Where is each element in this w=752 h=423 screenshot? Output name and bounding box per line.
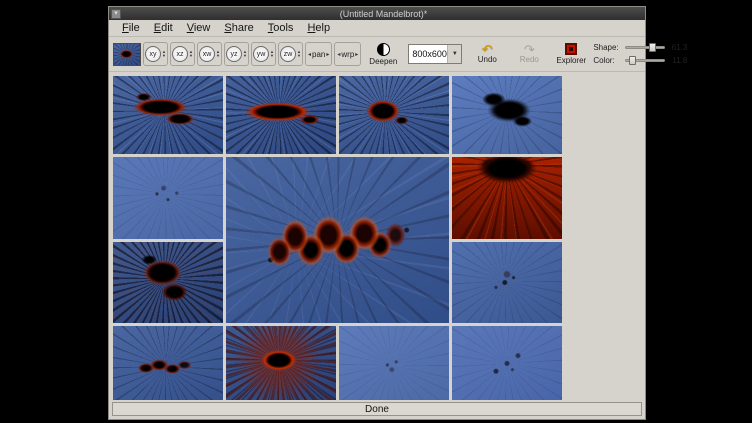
fractal-variant-tile[interactable] (339, 76, 449, 154)
warp-label: wrp (341, 50, 354, 59)
spinner-arrows-icon: ▲▼ (189, 50, 193, 58)
fractal-variant-tile[interactable] (452, 242, 562, 323)
menubar: File Edit View Share Tools Help (109, 20, 645, 37)
explorer-grid (113, 76, 641, 400)
warp-button[interactable]: ◂ wrp ▸ (334, 42, 361, 66)
spinner-arrows-icon: ▲▼ (216, 50, 220, 58)
pan-label: pan (312, 50, 325, 59)
shape-label: Shape: (593, 43, 622, 52)
rotate-yz-button[interactable]: yz ▲▼ (224, 42, 249, 66)
rotate-xy-label: xy (145, 46, 161, 62)
toolbar: xy ▲▼ xz ▲▼ xw ▲▼ yz ▲▼ yw ▲▼ zw ▲▼ ◂ pa… (109, 37, 645, 72)
shape-slider-row: Shape: 61.3 (593, 43, 687, 52)
explorer-sliders: Shape: 61.3 Color: 11.8 (593, 43, 688, 65)
warp-left-icon: ◂ (337, 51, 340, 58)
deepen-icon (377, 43, 390, 56)
menu-edit[interactable]: Edit (147, 21, 180, 35)
spinner-arrows-icon: ▲▼ (297, 50, 301, 58)
redo-icon: ↷ (524, 44, 535, 55)
resolution-dropdown[interactable]: 800x600 ▼ (408, 44, 462, 64)
shape-slider-groove (625, 46, 665, 49)
explorer-label: Explorer (556, 56, 586, 65)
explorer-grid-area (109, 72, 645, 400)
fractal-variant-tile[interactable] (113, 157, 223, 239)
window-menu-icon: ▾ (114, 10, 118, 17)
spinner-arrows-icon: ▲▼ (270, 50, 274, 58)
fractal-preview-thumbnail (113, 43, 141, 66)
fractal-variant-tile[interactable] (452, 76, 562, 154)
rotate-xy-button[interactable]: xy ▲▼ (143, 42, 168, 66)
fractal-variant-tile[interactable] (452, 326, 562, 400)
app-window: ▾ (Untitled Mandelbrot)* File Edit View … (108, 6, 646, 420)
menu-view[interactable]: View (180, 21, 218, 35)
fractal-variant-tile[interactable] (113, 76, 223, 154)
deepen-button[interactable]: Deepen (363, 40, 403, 68)
fractal-variant-tile[interactable] (113, 242, 223, 323)
rotate-zw-button[interactable]: zw ▲▼ (278, 42, 303, 66)
fractal-variant-tile[interactable] (226, 76, 336, 154)
dropdown-arrow-icon[interactable]: ▼ (447, 45, 461, 63)
warp-right-icon: ▸ (355, 51, 358, 58)
status-text: Done (365, 404, 389, 415)
window-menu-button[interactable]: ▾ (111, 9, 121, 19)
menu-share[interactable]: Share (217, 21, 260, 35)
rotate-yw-button[interactable]: yw ▲▼ (251, 42, 276, 66)
rotate-xz-button[interactable]: xz ▲▼ (170, 42, 195, 66)
undo-icon: ↶ (482, 44, 493, 55)
shape-value: 61.3 (668, 43, 687, 52)
color-value: 11.8 (668, 56, 687, 65)
pan-right-icon: ▸ (326, 51, 329, 58)
color-label: Color: (593, 56, 622, 65)
fractal-variant-tile[interactable] (339, 326, 449, 400)
menu-help[interactable]: Help (300, 21, 337, 35)
undo-button[interactable]: ↶ Undo (467, 40, 507, 68)
color-slider-row: Color: 11.8 (593, 56, 687, 65)
rotate-yw-label: yw (253, 46, 269, 62)
menu-tools[interactable]: Tools (261, 21, 301, 35)
fractal-main-tile[interactable] (226, 157, 449, 323)
redo-label: Redo (520, 55, 539, 64)
rotate-xz-label: xz (172, 46, 188, 62)
rotate-xw-button[interactable]: xw ▲▼ (197, 42, 222, 66)
resolution-value: 800x600 (409, 49, 447, 59)
fractal-variant-tile[interactable] (226, 326, 336, 400)
rotate-zw-label: zw (280, 46, 296, 62)
explorer-button[interactable]: Explorer (551, 40, 591, 68)
undo-label: Undo (478, 55, 497, 64)
shape-slider-thumb[interactable] (649, 43, 656, 52)
color-slider-thumb[interactable] (629, 56, 636, 65)
pan-left-icon: ◂ (308, 51, 311, 58)
fractal-variant-tile[interactable] (452, 157, 562, 239)
window-title: (Untitled Mandelbrot)* (124, 9, 643, 19)
shape-slider[interactable] (625, 43, 665, 52)
spinner-arrows-icon: ▲▼ (243, 50, 247, 58)
explorer-icon (565, 43, 577, 55)
rotate-xw-label: xw (199, 46, 215, 62)
redo-button[interactable]: ↷ Redo (509, 40, 549, 68)
rotate-yz-label: yz (226, 46, 242, 62)
pan-button[interactable]: ◂ pan ▸ (305, 42, 332, 66)
deepen-label: Deepen (369, 57, 397, 66)
titlebar[interactable]: ▾ (Untitled Mandelbrot)* (109, 7, 645, 20)
spinner-arrows-icon: ▲▼ (162, 50, 166, 58)
status-progress-bar: Done (112, 402, 642, 416)
fractal-variant-tile[interactable] (113, 326, 223, 400)
menu-file[interactable]: File (115, 21, 147, 35)
color-slider[interactable] (625, 56, 665, 65)
